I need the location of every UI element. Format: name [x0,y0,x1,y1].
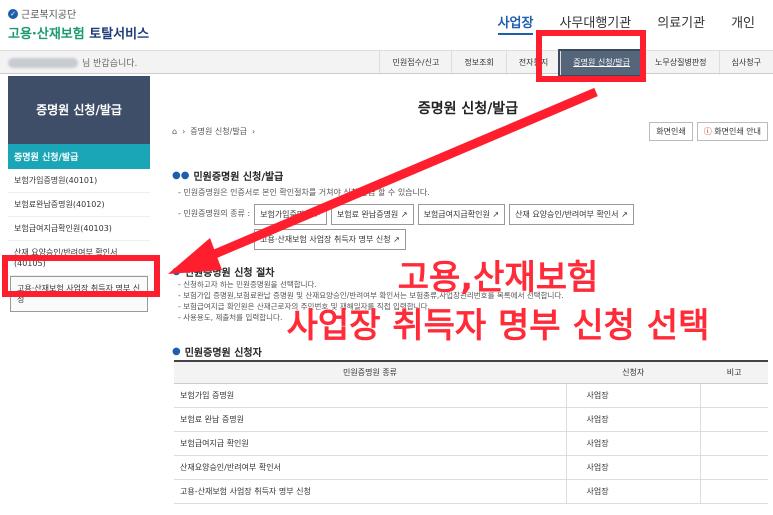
annotation-text: 고용,산재보험 사업장 취득자 명부 신청 선택 [218,254,773,350]
annotation-line1: 고용,산재보험 [397,258,599,298]
annotation-line2: 사업장 취득자 명부 신청 선택 [286,306,710,346]
